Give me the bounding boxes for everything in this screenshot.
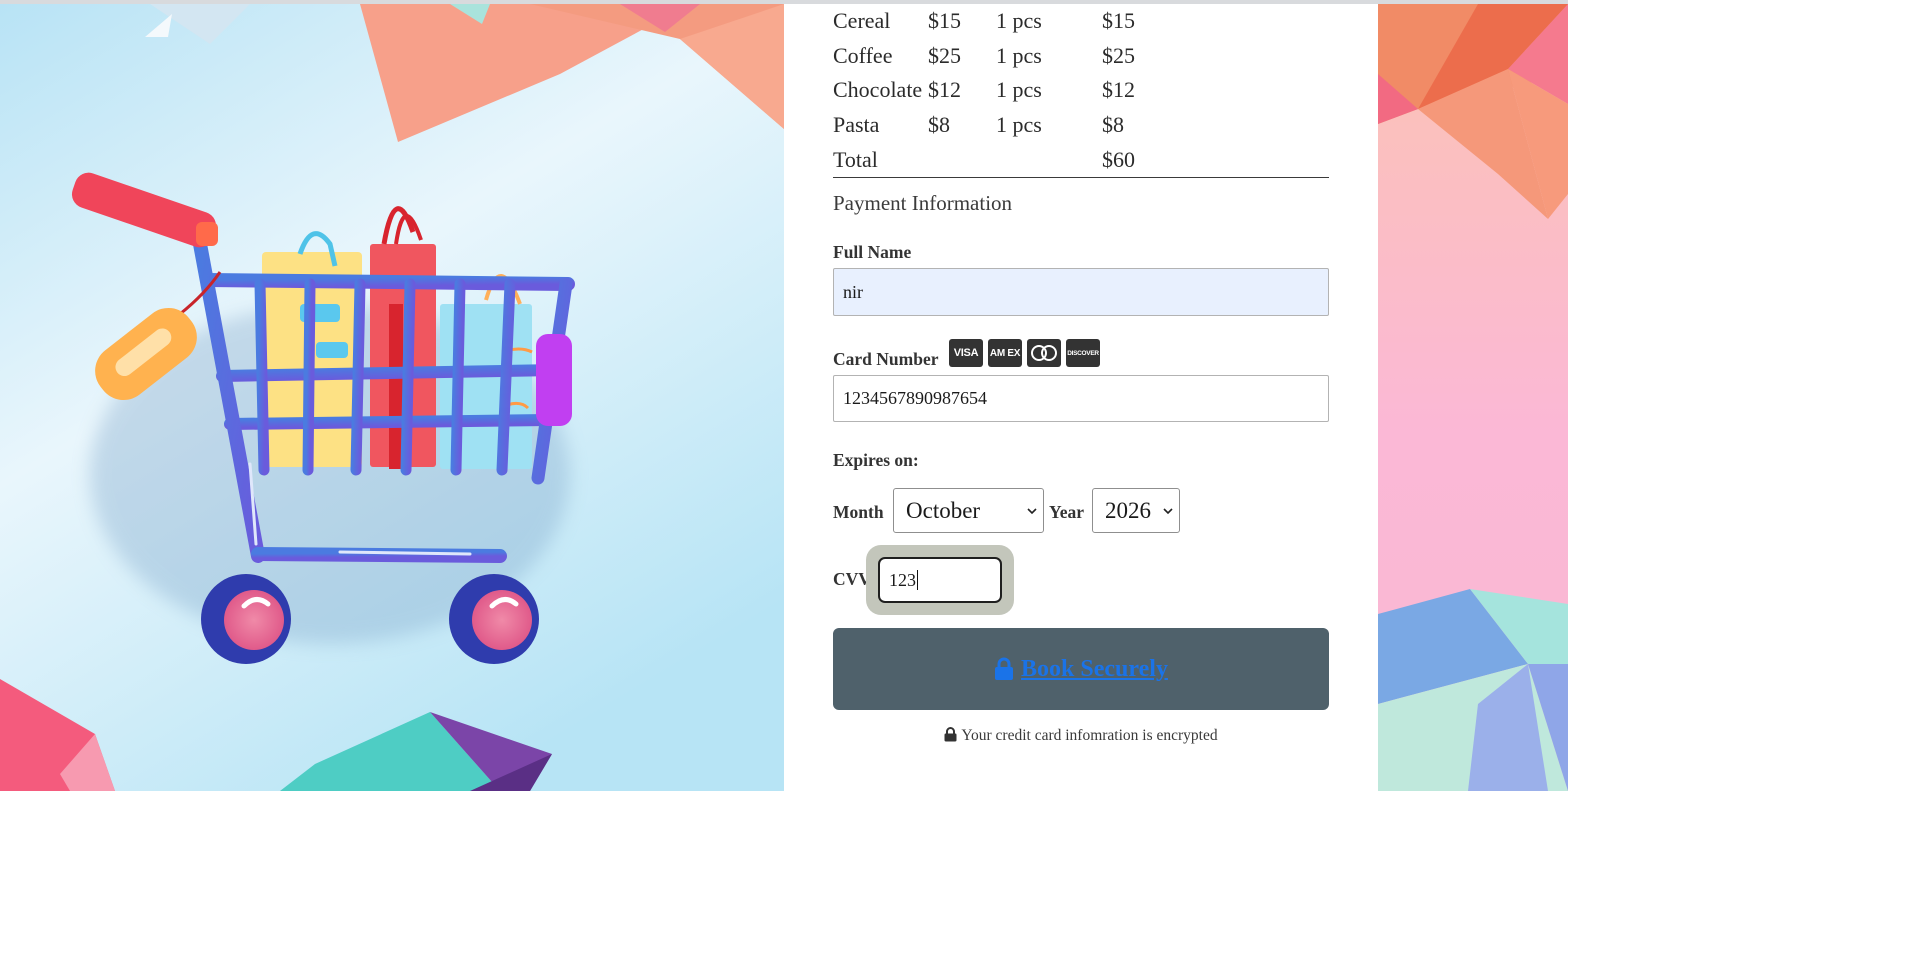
decorative-polygons (1378, 4, 1568, 791)
total-value: $60 (1102, 142, 1329, 178)
item-price: $12 (928, 77, 961, 103)
item-price: $25 (928, 42, 961, 68)
month-select[interactable]: October (893, 488, 1044, 533)
item-subtotal: $12 (1102, 77, 1135, 103)
table-row: Chocolate $12 1 pcs $12 (833, 73, 1329, 108)
table-row: Pasta $8 1 pcs $8 (833, 108, 1329, 143)
expires-label: Expires on: (833, 450, 919, 470)
year-select-value: 2026 (1105, 497, 1151, 523)
item-quantity: 1 pcs (996, 8, 1042, 34)
chevron-down-icon (1163, 507, 1173, 514)
shopping-illustration-panel (0, 4, 784, 791)
book-securely-button[interactable]: Book Securely (833, 628, 1329, 710)
lock-icon (944, 727, 957, 742)
chevron-down-icon (1027, 507, 1037, 514)
encryption-note-text: Your credit card infomration is encrypte… (961, 727, 1218, 744)
visa-icon: VISA (949, 339, 983, 367)
amex-icon: AM EX (988, 339, 1022, 367)
item-subtotal: $15 (1102, 8, 1135, 34)
card-brand-icons: VISA AM EX DISCOVER (949, 339, 1100, 367)
shopping-cart-illustration (0, 4, 784, 791)
full-name-input[interactable] (833, 268, 1329, 316)
order-summary-table: Cereal $15 1 pcs $15 Coffee $25 1 pcs $2… (833, 4, 1329, 178)
item-name: Pasta (833, 112, 880, 138)
card-number-input[interactable] (833, 375, 1329, 422)
year-select[interactable]: 2026 (1092, 488, 1180, 533)
table-row: Cereal $15 1 pcs $15 (833, 4, 1329, 39)
full-name-label: Full Name (833, 242, 912, 262)
card-number-label: Card Number (833, 349, 939, 369)
item-subtotal: $25 (1102, 42, 1135, 68)
decorative-background-panel (1378, 4, 1568, 791)
item-price: $8 (928, 112, 950, 138)
text-caret (917, 570, 918, 590)
book-securely-label: Book Securely (1021, 655, 1168, 682)
lock-icon (995, 657, 1014, 680)
item-name: Cereal (833, 8, 891, 34)
item-quantity: 1 pcs (996, 42, 1042, 68)
cvv-input[interactable]: 123 (878, 557, 1002, 603)
browser-top-border (0, 0, 1568, 4)
item-subtotal: $8 (1102, 112, 1124, 138)
total-label: Total (833, 142, 928, 178)
month-label: Month (833, 502, 884, 522)
table-row: Coffee $25 1 pcs $25 (833, 39, 1329, 74)
checkout-form-panel: Cereal $15 1 pcs $15 Coffee $25 1 pcs $2… (784, 4, 1378, 791)
item-name: Coffee (833, 42, 893, 68)
item-quantity: 1 pcs (996, 112, 1042, 138)
encryption-note: Your credit card infomration is encrypte… (784, 727, 1378, 745)
cvv-value: 123 (889, 569, 916, 590)
year-label: Year (1049, 502, 1084, 522)
month-select-value: October (906, 497, 981, 523)
item-quantity: 1 pcs (996, 77, 1042, 103)
payment-section-title: Payment Information (833, 191, 1013, 215)
mastercard-icon (1027, 339, 1061, 367)
item-name: Chocolate (833, 77, 923, 103)
total-row: Total $60 (833, 142, 1329, 178)
item-price: $15 (928, 8, 961, 34)
discover-icon: DISCOVER (1066, 339, 1100, 367)
